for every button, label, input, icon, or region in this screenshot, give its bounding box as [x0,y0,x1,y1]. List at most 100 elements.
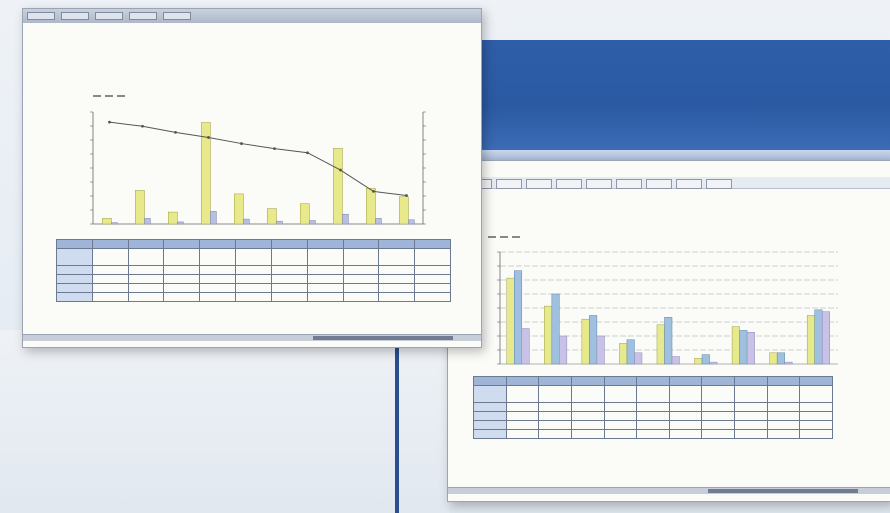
toolbar-button[interactable] [163,12,191,20]
table-cell [270,283,308,293]
table-cell [91,248,129,266]
table-cell [570,385,605,403]
table-cell [603,376,638,386]
bar-series-2 [514,270,523,365]
table-cell [636,376,670,386]
toolbar-tab[interactable] [586,179,612,189]
table-cell [342,265,380,275]
grouped-bar-chart [497,251,838,365]
data-table [56,239,451,302]
toolbar-button[interactable] [129,12,157,20]
table-cell [734,376,768,386]
table-cell [91,283,129,293]
table-cell [668,376,703,386]
table-cell [668,402,703,412]
horizontal-scrollbar[interactable] [448,487,890,494]
table-cell [734,429,768,439]
table-cell [163,265,201,275]
table-cell [505,420,540,430]
table-cell [199,274,237,284]
toolbar-tab[interactable] [496,179,522,189]
table-cell [570,429,605,439]
table-cell [799,385,833,403]
desk-background [0,330,450,513]
table-cell [505,376,540,386]
table-cell [799,376,833,386]
line-point [108,120,111,124]
toolbar-tab[interactable] [526,179,552,189]
legend-item-3 [117,95,125,97]
cumulative-line [109,121,407,196]
bar-series-3 [746,332,755,365]
table-cell [91,274,129,284]
table-cell [342,283,380,293]
toolbar-button[interactable] [27,12,55,20]
table-row [473,429,833,439]
bar-series-2 [243,218,250,225]
table-cell [799,402,833,412]
line-point [372,190,375,193]
bar-series-2 [408,219,415,225]
table-cell [636,420,670,430]
toolbar-tab[interactable] [676,179,702,189]
table-cell [235,239,272,249]
bar-series-1 [266,208,277,225]
table-cell [199,265,237,275]
table-cell [378,239,416,249]
toolbar-tab[interactable] [646,179,672,189]
toolbar-tab[interactable] [616,179,642,189]
legend-item-3 [512,236,520,238]
line-point [273,147,276,151]
bar-series-2 [626,339,635,365]
bar-series-1 [233,193,244,225]
legend-item-2 [500,236,508,238]
title-bar[interactable] [23,9,481,23]
table-row [473,376,833,386]
table-cell [127,292,165,302]
scroll-thumb[interactable] [313,336,453,340]
bar-series-2 [177,221,184,225]
horizontal-scrollbar[interactable] [23,334,481,341]
line-point [339,168,342,172]
bar-series-3 [634,352,643,365]
table-cell [163,292,201,302]
toolbar-button[interactable] [61,12,89,20]
toolbar-tab[interactable] [556,179,582,189]
table-row [473,411,833,421]
table-cell [473,402,507,412]
report-window-2[interactable] [447,160,890,502]
table-cell [766,420,801,430]
table-cell [91,265,129,275]
table-cell [603,429,638,439]
bar-series-1 [365,188,376,225]
background-divider [395,340,399,513]
table-cell [414,248,451,266]
table-cell [538,385,572,403]
table-cell [199,239,237,249]
bar-series-1 [806,315,815,365]
bar-series-1 [101,218,112,225]
table-cell [505,385,540,403]
table-cell [270,265,308,275]
table-row [56,283,451,293]
bar-series-1 [299,203,310,225]
table-cell [127,239,165,249]
report-window-1[interactable] [22,8,482,348]
table-cell [766,411,801,421]
table-cell [414,283,451,293]
table-cell [342,274,380,284]
table-cell [91,239,129,249]
table-cell [56,248,93,266]
table-cell [799,420,833,430]
toolbar-button[interactable] [95,12,123,20]
table-cell [199,283,237,293]
scroll-thumb[interactable] [708,489,858,493]
table-cell [235,248,272,266]
table-cell [538,429,572,439]
table-cell [570,420,605,430]
table-cell [91,292,129,302]
bar-series-2 [342,213,349,225]
table-cell [378,248,416,266]
toolbar-tab[interactable] [706,179,732,189]
bar-series-3 [559,335,568,365]
